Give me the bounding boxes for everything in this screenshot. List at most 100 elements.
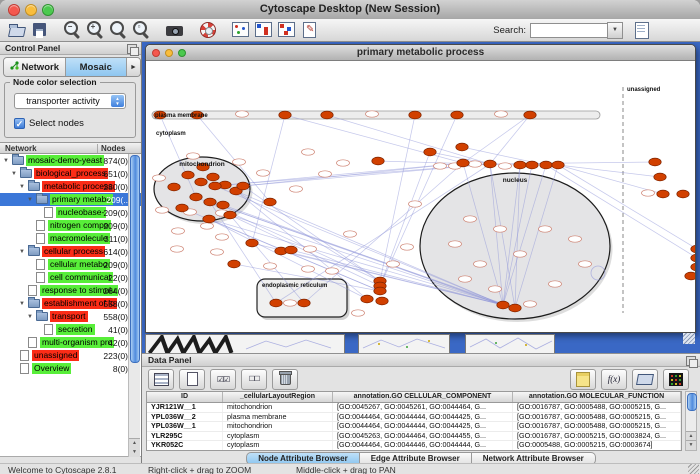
- new-attribute-icon[interactable]: [179, 369, 205, 390]
- network-node[interactable]: [579, 261, 592, 267]
- network-node[interactable]: [207, 173, 219, 181]
- network-node[interactable]: [182, 171, 194, 179]
- tree-column-network[interactable]: Network: [5, 144, 37, 153]
- tree-scrollbar-thumb[interactable]: [130, 155, 140, 363]
- tree-row[interactable]: secretion41(0): [0, 323, 141, 336]
- tree-row[interactable]: cell communicat22(0): [0, 271, 141, 284]
- network-node[interactable]: [514, 161, 526, 169]
- snapshot-icon[interactable]: [164, 20, 187, 40]
- float-panel-icon[interactable]: [686, 356, 696, 366]
- network-node[interactable]: [344, 231, 357, 237]
- network-node[interactable]: [497, 301, 509, 309]
- network-node[interactable]: [495, 111, 508, 117]
- network-node[interactable]: [424, 148, 436, 156]
- select-nodes-checkbox[interactable]: ✓: [14, 118, 25, 129]
- table-scrollbar-thumb[interactable]: [687, 393, 697, 411]
- network-node[interactable]: [457, 159, 469, 167]
- search-dropdown-button[interactable]: ▼: [607, 22, 623, 39]
- network-node[interactable]: [409, 201, 422, 207]
- network-node[interactable]: [685, 272, 695, 280]
- network-node[interactable]: [649, 158, 661, 166]
- tree-row[interactable]: Overview8(0): [0, 362, 141, 375]
- tree-row[interactable]: ▼mosaic-demo-yeast874(0): [0, 154, 141, 167]
- network-node[interactable]: [451, 111, 463, 119]
- network-node[interactable]: [172, 228, 185, 234]
- network-node[interactable]: [691, 245, 695, 253]
- network-node[interactable]: [691, 254, 695, 262]
- zoom-selected-icon[interactable]: [108, 20, 131, 40]
- column-grid-icon[interactable]: [148, 369, 174, 390]
- network-node[interactable]: [321, 111, 333, 119]
- background-window-thumbnail[interactable]: [145, 334, 345, 353]
- network-node[interactable]: [569, 236, 582, 242]
- network-node[interactable]: [526, 161, 538, 169]
- vizmap-node-icon[interactable]: [253, 20, 276, 40]
- open-attributes-icon[interactable]: [632, 369, 658, 390]
- network-node[interactable]: [201, 223, 214, 229]
- table-row[interactable]: YJR121W__1mitochondrion[GO:0045267, GO:0…: [147, 403, 681, 413]
- network-node[interactable]: [372, 157, 384, 165]
- network-node[interactable]: [691, 263, 695, 271]
- tree-row[interactable]: nitrogen compo209(0): [0, 219, 141, 232]
- network-node[interactable]: [298, 299, 310, 307]
- tree-row[interactable]: macromolecule311(0): [0, 232, 141, 245]
- birdseye-icon[interactable]: [230, 20, 253, 40]
- import-table-icon[interactable]: [631, 20, 654, 40]
- network-node[interactable]: [290, 186, 303, 192]
- network-node[interactable]: [190, 193, 202, 201]
- table-row[interactable]: YPL036W__1mitochondrion[GO:0044464, GO:0…: [147, 422, 681, 432]
- network-node[interactable]: [499, 163, 512, 169]
- network-node[interactable]: [459, 276, 472, 282]
- network-node[interactable]: [326, 268, 339, 274]
- help-icon[interactable]: [197, 20, 220, 40]
- network-node[interactable]: [549, 281, 562, 287]
- network-node[interactable]: [494, 226, 507, 232]
- matrix-icon[interactable]: [663, 369, 689, 390]
- network-node[interactable]: [285, 246, 297, 254]
- expander-icon[interactable]: ▼: [26, 197, 34, 203]
- network-node[interactable]: [456, 143, 468, 151]
- network-window-resize-grip[interactable]: [683, 333, 695, 344]
- attribute-table-header[interactable]: ID_cellularLayoutRegionannotation.GO CEL…: [147, 392, 681, 403]
- network-node[interactable]: [376, 297, 388, 305]
- network-node[interactable]: [217, 201, 229, 209]
- table-scrollbar[interactable]: ▲ ▼: [685, 391, 697, 451]
- tree-row[interactable]: unassigned223(0): [0, 349, 141, 362]
- expander-icon[interactable]: ▼: [26, 314, 34, 320]
- network-node[interactable]: [237, 182, 249, 190]
- tab-overflow-arrow-icon[interactable]: ►: [127, 58, 140, 76]
- network-node[interactable]: [233, 159, 246, 165]
- network-node[interactable]: [176, 204, 188, 212]
- network-node[interactable]: [449, 241, 462, 247]
- network-node[interactable]: [246, 239, 258, 247]
- network-node[interactable]: [374, 287, 386, 295]
- network-node[interactable]: [677, 190, 689, 198]
- network-node[interactable]: [509, 304, 521, 312]
- expander-icon[interactable]: ▼: [18, 301, 26, 307]
- table-row[interactable]: YKR052Ccytoplasm[GO:0044464, GO:0044446,…: [147, 441, 681, 451]
- notes-icon[interactable]: [570, 369, 596, 390]
- background-window-thumbnail[interactable]: [358, 334, 450, 353]
- network-node[interactable]: [524, 111, 536, 119]
- network-node[interactable]: [284, 300, 297, 306]
- tab-mosaic[interactable]: Mosaic: [66, 58, 128, 76]
- expander-icon[interactable]: ▼: [18, 184, 26, 190]
- scroll-down-icon[interactable]: ▼: [686, 440, 696, 450]
- network-node[interactable]: [464, 216, 477, 222]
- tab-network[interactable]: Network: [4, 58, 66, 76]
- tree-row[interactable]: ▼cellular process614(0): [0, 245, 141, 258]
- network-node[interactable]: [319, 171, 332, 177]
- delete-attribute-icon[interactable]: [272, 369, 298, 390]
- network-node[interactable]: [469, 161, 482, 167]
- background-window-thumbnail[interactable]: [465, 334, 555, 353]
- network-node[interactable]: [484, 160, 496, 168]
- network-node[interactable]: [434, 163, 447, 169]
- network-node[interactable]: [270, 299, 282, 307]
- network-canvas[interactable]: plasma membranecytoplasmmitochondrionnuc…: [146, 61, 695, 332]
- network-node[interactable]: [204, 198, 216, 206]
- network-node[interactable]: [195, 178, 207, 186]
- network-node[interactable]: [302, 149, 315, 155]
- network-node[interactable]: [209, 182, 221, 190]
- annotation-icon[interactable]: [299, 20, 322, 40]
- network-node[interactable]: [401, 244, 414, 250]
